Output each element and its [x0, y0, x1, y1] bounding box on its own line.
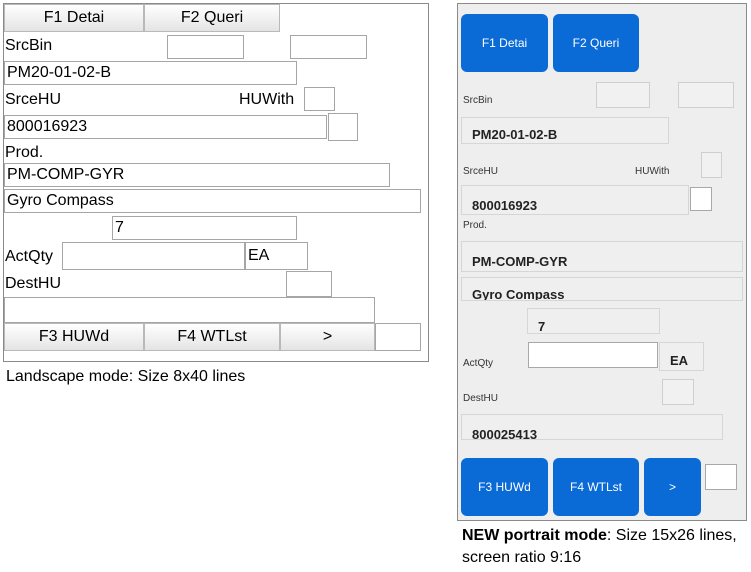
next-page-button[interactable]: > — [280, 323, 375, 351]
quantity-value[interactable]: 7 — [112, 216, 297, 240]
product-value[interactable]: PM-COMP-GYR — [461, 241, 743, 272]
hu-with-label: HUWith — [239, 91, 295, 108]
f1-details-button[interactable]: F1 Detai — [461, 14, 548, 72]
landscape-screen: F1 Detai F2 Queri SrcBin PM20-01-02-B Sr… — [3, 3, 429, 362]
hu-with-label: HUWith — [635, 166, 670, 177]
command-input[interactable] — [705, 464, 737, 490]
act-qty-label: ActQty — [463, 358, 494, 369]
f1-details-button[interactable]: F1 Detai — [4, 4, 144, 32]
product-description: Gyro Compass — [461, 277, 743, 301]
prod-label: Prod. — [463, 220, 487, 231]
act-qty-input[interactable] — [528, 342, 658, 368]
hu-with-checkbox[interactable] — [701, 152, 722, 178]
landscape-caption: Landscape mode: Size 8x40 lines — [6, 368, 246, 385]
src-hu-value[interactable]: 800016923 — [461, 185, 689, 215]
f3-hu-withdraw-button[interactable]: F3 HUWd — [461, 458, 548, 516]
src-bin-label: SrcBin — [463, 95, 493, 106]
src-bin-verify-input[interactable] — [596, 82, 650, 108]
src-hu-label: SrceHU — [463, 166, 499, 177]
dest-hu-verify-input[interactable] — [662, 379, 694, 405]
src-hu-verify-input[interactable] — [690, 187, 712, 211]
act-qty-input[interactable] — [62, 242, 245, 270]
src-bin-extra-input[interactable] — [290, 35, 367, 59]
f2-query-button[interactable]: F2 Queri — [144, 4, 280, 32]
dest-hu-input[interactable]: 800025413 — [461, 414, 723, 440]
portrait-screen: F1 Detai F2 Queri SrcBin PM20-01-02-B Sr… — [457, 3, 747, 521]
dest-hu-input[interactable] — [4, 297, 375, 323]
product-value[interactable]: PM-COMP-GYR — [4, 163, 390, 187]
src-bin-extra-input[interactable] — [678, 82, 734, 108]
src-hu-label: SrceHU — [5, 91, 62, 108]
product-description: Gyro Compass — [4, 189, 421, 213]
unit-value: EA — [245, 242, 308, 270]
src-bin-value[interactable]: PM20-01-02-B — [4, 61, 297, 85]
dest-hu-label: DestHU — [463, 393, 499, 404]
f4-wt-list-button[interactable]: F4 WTLst — [144, 323, 280, 351]
f3-hu-withdraw-button[interactable]: F3 HUWd — [4, 323, 144, 351]
src-bin-verify-input[interactable] — [167, 35, 244, 59]
f4-wt-list-button[interactable]: F4 WTLst — [553, 458, 639, 516]
command-input[interactable] — [375, 323, 421, 351]
act-qty-label: ActQty — [5, 248, 54, 265]
unit-value: EA — [659, 342, 704, 371]
next-page-button[interactable]: > — [644, 458, 701, 516]
hu-with-checkbox[interactable] — [304, 87, 335, 111]
f2-query-button[interactable]: F2 Queri — [553, 14, 639, 72]
src-bin-value[interactable]: PM20-01-02-B — [461, 117, 669, 144]
dest-hu-verify-input[interactable] — [286, 271, 332, 297]
prod-label: Prod. — [5, 144, 44, 161]
src-hu-verify-input[interactable] — [328, 113, 358, 141]
portrait-caption-bold: NEW portrait mode — [462, 527, 607, 544]
quantity-value[interactable]: 7 — [527, 308, 660, 334]
dest-hu-label: DestHU — [5, 275, 62, 292]
portrait-caption: NEW portrait mode: Size 15x26 lines, scr… — [462, 525, 747, 569]
src-bin-label: SrcBin — [5, 37, 53, 54]
src-hu-value[interactable]: 800016923 — [4, 115, 327, 139]
